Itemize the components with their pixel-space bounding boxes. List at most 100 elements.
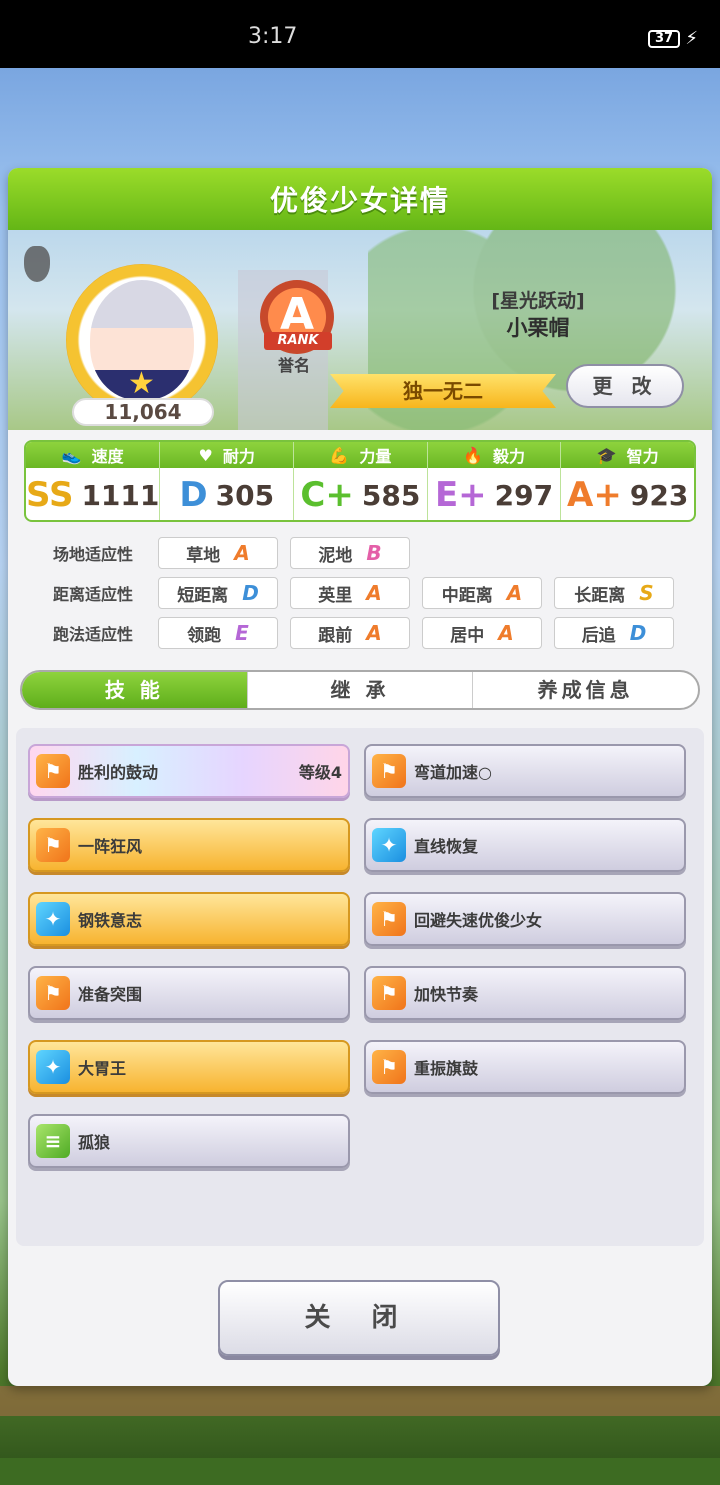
aptitude-grade: A bbox=[366, 581, 382, 605]
aptitude-grade: D bbox=[629, 621, 647, 645]
stat-grade: A+ bbox=[567, 475, 622, 515]
fence-decoration bbox=[0, 1386, 720, 1416]
stat-value: 297 bbox=[494, 478, 554, 512]
speed-skill-icon: ⚑ bbox=[372, 1050, 406, 1084]
aptitude-grade: S bbox=[639, 581, 654, 605]
speed-skill-icon: ⚑ bbox=[372, 976, 406, 1010]
aptitude-grade: E bbox=[235, 621, 249, 645]
speed-skill-icon: ⚑ bbox=[36, 828, 70, 862]
aptitude-grade: A bbox=[498, 621, 514, 645]
flame-icon: 🔥 bbox=[463, 445, 483, 465]
stat-value: 923 bbox=[629, 478, 689, 512]
tab-inheritance[interactable]: 继 承 bbox=[248, 672, 474, 708]
skill-card[interactable]: ⚑ 重振旗鼓 bbox=[364, 1040, 686, 1094]
stat-0: 👟 速度 SS 1111 bbox=[26, 442, 161, 520]
aptitude-label: 场地适应性 bbox=[52, 545, 133, 564]
aptitude-chip: 跟前 A bbox=[290, 617, 410, 649]
aptitude-name: 领跑 bbox=[187, 625, 222, 646]
shoe-icon: 👟 bbox=[61, 445, 82, 465]
carrot-icon bbox=[24, 246, 50, 282]
graduation-cap-icon: 🎓 bbox=[596, 445, 617, 465]
grass-decoration bbox=[0, 1458, 720, 1485]
skill-name: 重振旗鼓 bbox=[414, 1059, 479, 1078]
character-name: 小栗帽 bbox=[506, 316, 570, 340]
stat-grade: D bbox=[179, 475, 208, 515]
speed-skill-icon: ⚑ bbox=[372, 902, 406, 936]
skill-name: 钢铁意志 bbox=[78, 911, 143, 930]
aptitude-chip: 领跑 E bbox=[158, 617, 278, 649]
status-bar: 3:17 37 ⚡ bbox=[0, 0, 720, 68]
dialog-header: 优俊少女详情 bbox=[8, 168, 712, 230]
aptitude-name: 泥地 bbox=[318, 545, 353, 566]
recovery-skill-icon: ✦ bbox=[36, 902, 70, 936]
stat-grade: E+ bbox=[434, 475, 487, 515]
skill-name: 回避失速优俊少女 bbox=[414, 911, 543, 930]
close-button[interactable]: 关 闭 bbox=[218, 1280, 500, 1356]
skills-panel: ⚑ 胜利的鼓动 等级4 ⚑ 弯道加速○ ⚑ 一阵狂风 ✦ 直线恢复 ✦ 钢铁意志 ⚑ 回避失速优俊少女 ⚑… bbox=[16, 728, 704, 1246]
stat-header: 🔥 毅力 bbox=[427, 442, 561, 468]
speed-skill-icon: ⚑ bbox=[36, 976, 70, 1010]
speed-skill-icon: ⚑ bbox=[372, 754, 406, 788]
skill-card[interactable]: ⚑ 胜利的鼓动 等级4 bbox=[28, 744, 350, 798]
stat-value: 305 bbox=[215, 478, 275, 512]
stat-header: 💪 力量 bbox=[294, 442, 427, 468]
avatar[interactable] bbox=[66, 264, 218, 416]
skill-name: 弯道加速○ bbox=[414, 763, 492, 782]
skill-name: 大胃王 bbox=[78, 1059, 127, 1078]
skill-name: 直线恢复 bbox=[414, 837, 479, 856]
debuff-skill-icon: ≡ bbox=[36, 1124, 70, 1158]
skill-name: 胜利的鼓动 bbox=[78, 763, 159, 782]
stat-body: SS 1111 bbox=[26, 468, 160, 520]
arm-icon: 💪 bbox=[329, 445, 350, 465]
aptitude-chip: 后追 D bbox=[554, 617, 674, 649]
skill-card[interactable]: ⚑ 一阵狂风 bbox=[28, 818, 350, 872]
stat-label: 智力 bbox=[626, 447, 659, 466]
recovery-skill-icon: ✦ bbox=[372, 828, 406, 862]
aptitude-grade: A bbox=[234, 541, 250, 565]
skill-card[interactable]: ⚑ 加快节奏 bbox=[364, 966, 686, 1020]
skill-name: 孤狼 bbox=[78, 1133, 111, 1152]
heart-icon: ♥ bbox=[198, 445, 213, 465]
skill-card[interactable]: ⚑ 准备突围 bbox=[28, 966, 350, 1020]
charging-icon: ⚡ bbox=[685, 28, 698, 49]
aptitude-chip: 长距离 S bbox=[554, 577, 674, 609]
skill-card[interactable]: ≡ 孤狼 bbox=[28, 1114, 350, 1168]
skill-name: 准备突围 bbox=[78, 985, 143, 1004]
stat-label: 耐力 bbox=[222, 447, 255, 466]
aptitude-name: 草地 bbox=[186, 545, 221, 566]
stat-2: 💪 力量 C+ 585 bbox=[294, 442, 428, 520]
aptitude-grade: A bbox=[506, 581, 523, 605]
aptitude-label: 跑法适应性 bbox=[52, 625, 133, 644]
status-time: 3:17 bbox=[248, 24, 298, 49]
stat-1: ♥ 耐力 D 305 bbox=[160, 442, 295, 520]
stat-grade: C+ bbox=[300, 475, 354, 515]
change-button[interactable]: 更 改 bbox=[566, 364, 684, 408]
skill-card[interactable]: ✦ 大胃王 bbox=[28, 1040, 350, 1094]
fan-count: 11,064 bbox=[72, 398, 214, 426]
rank-ribbon: RANK bbox=[264, 332, 332, 350]
skill-card[interactable]: ⚑ 弯道加速○ bbox=[364, 744, 686, 798]
stat-label: 速度 bbox=[91, 447, 124, 466]
aptitude-label: 距离适应性 bbox=[52, 585, 133, 604]
character-title: [星光跃动] bbox=[491, 290, 585, 312]
stats-panel: 👟 速度 SS 1111 ♥ 耐力 D 305 💪 力量 C+ 585 🔥 毅力 E+ 297 🎓 智力 A+ 923 bbox=[24, 440, 696, 522]
aptitude-chip: 居中 A bbox=[422, 617, 542, 649]
skill-card[interactable]: ✦ 直线恢复 bbox=[364, 818, 686, 872]
aptitude-name: 居中 bbox=[450, 625, 485, 646]
recovery-skill-icon: ✦ bbox=[36, 1050, 70, 1084]
stat-3: 🔥 毅力 E+ 297 bbox=[427, 442, 562, 520]
stat-header: 👟 速度 bbox=[26, 442, 160, 468]
stat-body: D 305 bbox=[160, 468, 293, 520]
stat-label: 毅力 bbox=[492, 447, 525, 466]
tab-skills[interactable]: 技 能 bbox=[22, 672, 248, 708]
skill-card[interactable]: ✦ 钢铁意志 bbox=[28, 892, 350, 946]
skill-level: 等级4 bbox=[298, 763, 342, 782]
skill-card[interactable]: ⚑ 回避失速优俊少女 bbox=[364, 892, 686, 946]
character-hero: 11,064 A RANK 誉名 [星光跃动] 小栗帽 独一无二 更 改 bbox=[8, 230, 712, 430]
tab-bar: 技 能继 承养成信息 bbox=[20, 670, 700, 710]
aptitude-grade: A bbox=[366, 621, 382, 645]
distance-aptitude-row: 距离适应性 短距离 D 英里 A 中距离 A 长距离 S bbox=[28, 576, 686, 610]
stat-value: 1111 bbox=[81, 478, 160, 512]
aptitude-name: 跟前 bbox=[318, 625, 353, 646]
tab-training-info[interactable]: 养成信息 bbox=[473, 672, 698, 708]
